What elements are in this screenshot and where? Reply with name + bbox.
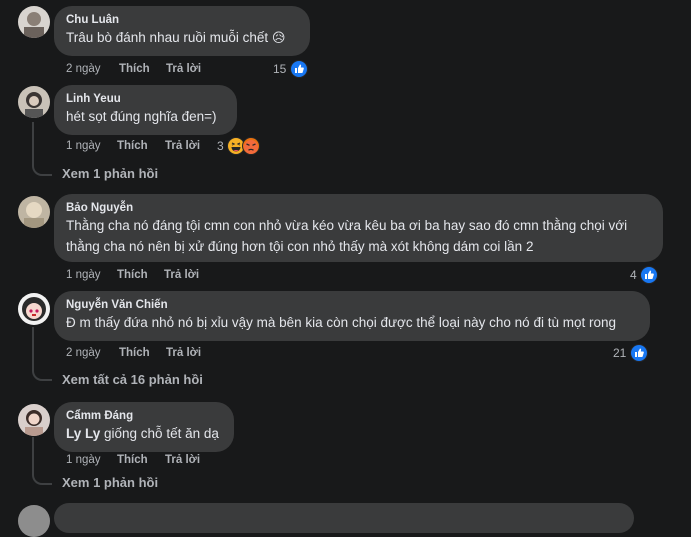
reaction-count[interactable]: 15 [273,59,308,78]
avatar[interactable] [18,86,50,118]
comment-actions: 2 ngày Thích Trả lời [66,345,316,361]
like-button[interactable]: Thích [117,138,148,154]
comment-text-line: Thằng cha nó đáng tội cmn con nhỏ vừa ké… [66,218,628,233]
like-icon [289,59,308,78]
thread-connector [32,164,52,176]
commenter-name[interactable]: Chu Luân [66,13,298,27]
comment-text: Ly Ly giống chỗ tết ăn dạ [66,426,219,441]
avatar[interactable] [18,6,50,38]
avatar[interactable] [18,293,50,325]
like-icon [629,343,648,362]
like-button[interactable]: Thích [119,61,150,77]
reply-button[interactable]: Trả lời [165,452,200,468]
view-replies-link[interactable]: Xem 1 phản hồi [62,475,158,490]
thread-line [32,327,34,371]
commenter-name[interactable]: Linh Yeuu [66,92,225,106]
avatar[interactable] [18,196,50,228]
reaction-count[interactable]: 3 [217,136,261,155]
like-icon [640,265,659,284]
like-button[interactable]: Thích [117,267,148,283]
comment-bubble: Linh Yeuu hét sọt đúng nghĩa đen=) [54,85,237,135]
thread-connector [32,473,52,485]
comment-text: Đ m thấy đứa nhỏ nó bị xỉu vậy mà bên ki… [66,315,616,330]
sad-emoji: 😥 [271,30,286,45]
timestamp[interactable]: 2 ngày [66,61,101,77]
reply-button[interactable]: Trả lời [166,345,201,361]
comment-actions: 1 ngày Thích Trả lời [66,452,316,468]
avatar[interactable] [18,505,50,537]
commenter-name[interactable]: Cẩmm Đáng [66,409,222,423]
comment-actions: 1 ngày Thích Trả lời [66,267,316,283]
comment-bubble: Cẩmm Đáng Ly Ly giống chỗ tết ăn dạ [54,402,234,452]
timestamp[interactable]: 1 ngày [66,267,101,283]
comment-text-line: thằng cha nó nên bị xử đúng hơn tội con … [66,239,534,254]
reply-button[interactable]: Trả lời [166,61,201,77]
mention-link[interactable]: Ly Ly [66,426,100,441]
like-button[interactable]: Thích [117,452,148,468]
avatar[interactable] [18,404,50,436]
timestamp[interactable]: 2 ngày [66,345,101,361]
comment-text: Trâu bò đánh nhau ruồi muỗi chết 😥 [66,30,286,45]
reaction-count[interactable]: 4 [630,265,659,284]
thread-connector [32,369,52,381]
comment-bubble: Bảo Nguyễn Thằng cha nó đáng tội cmn con… [54,194,663,262]
comment-bubble: Nguyễn Văn Chiến Đ m thấy đứa nhỏ nó bị … [54,291,650,341]
timestamp[interactable]: 1 ngày [66,138,101,154]
comment-bubble: Chu Luân Trâu bò đánh nhau ruồi muỗi chế… [54,6,310,56]
reaction-count[interactable]: 21 [613,343,648,362]
commenter-name[interactable]: Nguyễn Văn Chiến [66,298,638,312]
view-replies-link[interactable]: Xem 1 phản hồi [62,166,158,181]
view-replies-link[interactable]: Xem tất cả 16 phản hồi [62,372,203,387]
comment-bubble [54,503,634,533]
angry-icon [242,136,261,155]
commenter-name[interactable]: Bảo Nguyễn [66,201,651,215]
comment-actions: 1 ngày Thích Trả lời [66,138,316,154]
like-button[interactable]: Thích [119,345,150,361]
timestamp[interactable]: 1 ngày [66,452,101,468]
thread-line [32,122,34,166]
reply-button[interactable]: Trả lời [165,138,200,154]
comment-text: hét sọt đúng nghĩa đen=) [66,109,217,124]
reply-button[interactable]: Trả lời [164,267,199,283]
thread-line [32,437,34,475]
